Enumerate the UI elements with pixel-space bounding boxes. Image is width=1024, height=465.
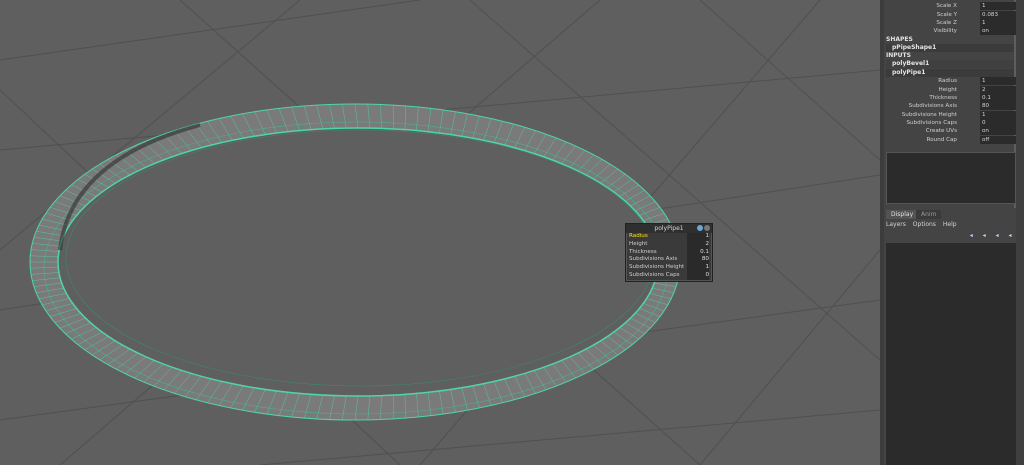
attr-value[interactable]: 1 xyxy=(980,77,1018,85)
attr-value[interactable]: on xyxy=(980,27,1018,35)
attr-label: Scale X xyxy=(936,3,957,9)
pipe-ring[interactable] xyxy=(29,103,681,421)
attr-scale-z[interactable]: Scale Z 1 xyxy=(884,19,1018,27)
hud-row-subdiv-caps[interactable]: Subdivisions Caps 0 xyxy=(626,271,712,280)
input-node-polypipe[interactable]: polyPipe1 xyxy=(886,69,1014,77)
attr-label: Round Cap xyxy=(926,137,957,143)
layer-editor: Display Anim Layers Options Help ◂ ◂ ◂ ◂ xyxy=(884,208,1016,465)
hud-label: Thickness xyxy=(629,248,657,255)
attr-subdivisions-axis[interactable]: Subdivisions Axis 80 xyxy=(884,102,1018,110)
hud-value[interactable]: 0.1 xyxy=(687,248,709,257)
attr-value[interactable]: off xyxy=(980,136,1018,144)
attr-create-uvs[interactable]: Create UVs on xyxy=(884,127,1018,135)
attr-height[interactable]: Height 2 xyxy=(884,86,1018,94)
attr-label: Subdivisions Axis xyxy=(908,103,957,109)
attr-label: Radius xyxy=(938,78,957,84)
tab-display[interactable]: Display xyxy=(886,210,919,219)
new-layer-selected-icon[interactable]: ◂ xyxy=(1006,232,1014,239)
close-icon[interactable] xyxy=(704,225,710,231)
attr-subdivisions-caps[interactable]: Subdivisions Caps 0 xyxy=(884,119,1018,127)
side-tabs xyxy=(1016,0,1024,465)
layer-editor-menubar: Layers Options Help xyxy=(886,221,962,228)
pin-icon[interactable] xyxy=(697,225,703,231)
attr-label: Scale Z xyxy=(936,20,957,26)
hud-value[interactable]: 0 xyxy=(687,271,709,280)
move-layer-up-icon[interactable]: ◂ xyxy=(967,232,975,239)
tab-anim[interactable]: Anim xyxy=(916,210,942,219)
attr-radius[interactable]: Radius 1 xyxy=(884,77,1018,85)
attr-label: Scale Y xyxy=(936,12,957,18)
hud-row-height[interactable]: Height 2 xyxy=(626,240,712,249)
menu-help[interactable]: Help xyxy=(943,221,957,228)
viewport-scene xyxy=(0,0,880,465)
input-node-polybevel[interactable]: polyBevel1 xyxy=(886,60,1014,68)
hud-row-radius[interactable]: Radius 1 xyxy=(626,233,712,241)
attr-value[interactable]: 2 xyxy=(980,86,1018,94)
attr-label: Thickness xyxy=(929,95,957,101)
hud-value[interactable]: 2 xyxy=(687,240,709,249)
attr-subdivisions-height[interactable]: Subdivisions Height 1 xyxy=(884,111,1018,119)
hud-title-bar: polyPipe1 xyxy=(626,224,712,233)
attr-value[interactable]: 0.083 xyxy=(980,11,1018,19)
hud-row-subdiv-height[interactable]: Subdivisions Height 1 xyxy=(626,264,712,272)
attr-value[interactable]: on xyxy=(980,127,1018,135)
attr-thickness[interactable]: Thickness 0.1 xyxy=(884,94,1018,102)
attr-label: Subdivisions Height xyxy=(901,112,957,118)
attr-scale-x[interactable]: Scale X 1 xyxy=(884,2,1018,10)
shape-node[interactable]: pPipeShape1 xyxy=(886,44,1014,52)
menu-options[interactable]: Options xyxy=(913,221,936,228)
attr-label: Visibility xyxy=(933,28,957,34)
hud-label: Subdivisions Axis xyxy=(629,256,678,263)
hud-label: Height xyxy=(629,240,648,247)
inputs-header: INPUTS xyxy=(886,52,911,59)
layer-editor-tabs: Display Anim xyxy=(886,210,1014,219)
attr-label: Subdivisions Caps xyxy=(906,120,957,126)
in-view-channel-box[interactable]: polyPipe1 Radius 1 Height 2 Thickness 0.… xyxy=(625,223,713,282)
layer-list[interactable] xyxy=(886,243,1016,465)
move-layer-down-icon[interactable]: ◂ xyxy=(980,232,988,239)
attr-value[interactable]: 80 xyxy=(980,102,1018,110)
hud-value[interactable]: 1 xyxy=(687,233,709,241)
new-layer-icon[interactable]: ◂ xyxy=(993,232,1001,239)
attr-label: Create UVs xyxy=(925,128,957,134)
attr-value[interactable]: 1 xyxy=(980,19,1018,27)
attr-value[interactable]: 1 xyxy=(980,2,1018,10)
attr-scale-y[interactable]: Scale Y 0.083 xyxy=(884,11,1018,19)
attr-value[interactable]: 0 xyxy=(980,119,1018,127)
hud-row-subdiv-axis[interactable]: Subdivisions Axis 80 xyxy=(626,256,712,265)
hud-label: Radius xyxy=(629,233,648,239)
attr-value[interactable]: 1 xyxy=(980,111,1018,119)
hud-value[interactable]: 1 xyxy=(687,264,709,272)
attr-label: Height xyxy=(938,87,958,93)
shapes-header: SHAPES xyxy=(886,36,913,43)
hud-label: Subdivisions Caps xyxy=(629,271,680,278)
hud-row-thickness[interactable]: Thickness 0.1 xyxy=(626,248,712,257)
hud-value[interactable]: 80 xyxy=(687,256,709,265)
menu-layers[interactable]: Layers xyxy=(886,221,906,228)
hud-title: polyPipe1 xyxy=(654,225,684,232)
layer-buttons: ◂ ◂ ◂ ◂ xyxy=(964,232,1014,240)
attr-visibility[interactable]: Visibility on xyxy=(884,27,1018,35)
hud-label: Subdivisions Height xyxy=(629,264,685,271)
3d-viewport[interactable]: polyPipe1 Radius 1 Height 2 Thickness 0.… xyxy=(0,0,880,465)
attr-round-cap[interactable]: Round Cap off xyxy=(884,136,1018,144)
attr-value[interactable]: 0.1 xyxy=(980,94,1018,102)
channel-box-empty-area xyxy=(886,152,1016,204)
